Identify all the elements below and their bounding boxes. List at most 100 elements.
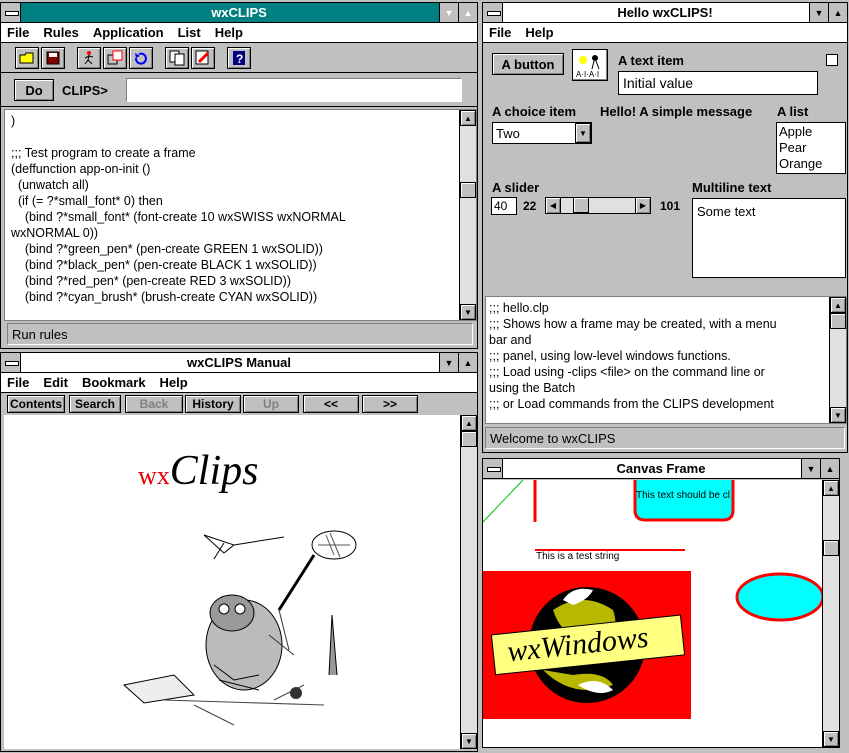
scroll-up-icon[interactable]: ▲ — [823, 480, 839, 496]
scroll-down-icon[interactable]: ▼ — [823, 731, 839, 747]
step-icon[interactable] — [103, 47, 127, 69]
menu-bookmark[interactable]: Bookmark — [82, 375, 146, 390]
canvas-window-title: Canvas Frame — [616, 461, 706, 476]
code-line: ) — [11, 114, 16, 128]
checkbox[interactable] — [826, 54, 838, 66]
help-icon[interactable]: ? — [227, 47, 251, 69]
log-line: ;;; Load using -clips <file> on the comm… — [489, 365, 765, 379]
code-line: (bind ?*small_font* (font-create 10 wxSW… — [11, 210, 346, 224]
system-menu-button[interactable] — [483, 3, 503, 22]
hello-log[interactable]: ;;; hello.clp ;;; Shows how a frame may … — [485, 296, 847, 424]
svg-text:?: ? — [236, 52, 243, 66]
menu-application[interactable]: Application — [93, 25, 164, 40]
minimize-button[interactable]: ▼ — [439, 3, 458, 22]
system-menu-button[interactable] — [483, 459, 503, 478]
minimize-button[interactable]: ▼ — [809, 3, 828, 22]
scroll-thumb[interactable] — [823, 540, 839, 556]
manual-window-title: wxCLIPS Manual — [186, 355, 292, 370]
menu-edit[interactable]: Edit — [43, 375, 68, 390]
main-menubar: File Rules Application List Help — [1, 23, 477, 43]
list-item[interactable]: Orange — [779, 156, 843, 172]
hello-titlebar: Hello wxCLIPS! ▼ ▲ — [483, 3, 847, 23]
copy-icon[interactable] — [165, 47, 189, 69]
slider-track[interactable]: ◀ ▶ — [545, 197, 651, 214]
menu-file[interactable]: File — [7, 375, 29, 390]
slider-right-icon[interactable]: ▶ — [635, 197, 651, 214]
canvas-drawing — [483, 480, 823, 719]
atai-bitmap-icon[interactable]: A·I·A·I — [572, 49, 608, 81]
code-line: (bind ?*black_pen* (pen-create BLACK 1 w… — [11, 258, 317, 272]
list-item[interactable]: Pear — [779, 140, 843, 156]
undo-icon[interactable] — [129, 47, 153, 69]
search-button[interactable]: Search — [69, 395, 121, 413]
scroll-down-icon[interactable]: ▼ — [460, 304, 476, 320]
minimize-button[interactable]: ▼ — [439, 353, 458, 372]
scroll-up-icon[interactable]: ▲ — [460, 110, 476, 126]
chevron-down-icon[interactable]: ▼ — [575, 123, 591, 143]
wxclips-logo: wxClips — [138, 447, 258, 495]
menu-file[interactable]: File — [7, 25, 29, 40]
scroll-thumb[interactable] — [460, 182, 476, 198]
scroll-up-icon[interactable]: ▲ — [461, 415, 477, 431]
menu-file[interactable]: File — [489, 25, 511, 40]
system-menu-button[interactable] — [1, 353, 21, 372]
maximize-button[interactable]: ▲ — [458, 353, 477, 372]
text-item-input[interactable]: Initial value — [618, 71, 818, 95]
slider-left-icon[interactable]: ◀ — [545, 197, 561, 214]
history-button[interactable]: History — [185, 395, 241, 413]
maximize-button[interactable]: ▲ — [820, 459, 839, 478]
code-line: (deffunction app-on-init () — [11, 162, 151, 176]
choice-label: A choice item — [492, 104, 577, 119]
code-editor[interactable]: ) ;;; Test program to create a frame (de… — [4, 109, 477, 321]
manual-menubar: File Edit Bookmark Help — [1, 373, 477, 393]
save-icon[interactable] — [41, 47, 65, 69]
hello-menubar: File Help — [483, 23, 847, 43]
back-button[interactable]: Back — [125, 395, 183, 413]
slider-thumb[interactable] — [573, 197, 589, 213]
scroll-down-icon[interactable]: ▼ — [830, 407, 846, 423]
choice-select[interactable]: Two ▼ — [492, 122, 592, 144]
code-line: (unwatch all) — [11, 178, 89, 192]
menu-help[interactable]: Help — [215, 25, 243, 40]
next-button[interactable]: >> — [362, 395, 418, 413]
contents-button[interactable]: Contents — [7, 395, 65, 413]
code-scrollbar[interactable]: ▲ ▼ — [459, 110, 476, 320]
clipped-text: This text should be cl — [636, 490, 730, 501]
run-icon[interactable] — [77, 47, 101, 69]
scroll-thumb[interactable] — [461, 431, 477, 447]
log-scrollbar[interactable]: ▲ ▼ — [829, 297, 846, 423]
scroll-down-icon[interactable]: ▼ — [461, 733, 477, 749]
canvas-area[interactable]: This text should be cl This is a test st… — [483, 480, 823, 747]
do-button[interactable]: Do — [14, 79, 54, 101]
system-menu-button[interactable] — [1, 3, 21, 22]
list-item[interactable]: Apple — [779, 124, 843, 140]
scroll-up-icon[interactable]: ▲ — [830, 297, 846, 313]
menu-list[interactable]: List — [178, 25, 201, 40]
menu-help[interactable]: Help — [160, 375, 188, 390]
up-button[interactable]: Up — [243, 395, 299, 413]
scroll-thumb[interactable] — [830, 313, 846, 329]
choice-value: Two — [496, 126, 520, 141]
list-box[interactable]: Apple Pear Orange — [776, 122, 846, 174]
maximize-button[interactable]: ▲ — [828, 3, 847, 22]
text-item-label: A text item — [618, 53, 684, 68]
menu-rules[interactable]: Rules — [43, 25, 78, 40]
open-folder-icon[interactable] — [15, 47, 39, 69]
main-titlebar: wxCLIPS ▼ ▲ — [1, 3, 477, 23]
slider-label: A slider — [492, 180, 540, 195]
multiline-input[interactable]: Some text — [692, 198, 846, 278]
canvas-scrollbar[interactable]: ▲ ▼ — [822, 480, 839, 747]
log-line: using the Batch — [489, 381, 576, 395]
log-line: bar and — [489, 333, 532, 347]
a-button[interactable]: A button — [492, 53, 564, 75]
manual-scrollbar[interactable]: ▲ ▼ — [460, 415, 477, 749]
minimize-button[interactable]: ▼ — [801, 459, 820, 478]
command-input[interactable] — [126, 78, 462, 102]
prev-button[interactable]: << — [303, 395, 359, 413]
text-item-value: Initial value — [623, 75, 694, 91]
clear-icon[interactable] — [191, 47, 215, 69]
code-line: (bind ?*cyan_brush* (brush-create CYAN w… — [11, 290, 318, 304]
main-toolbar: ? — [1, 43, 477, 73]
maximize-button[interactable]: ▲ — [458, 3, 477, 22]
menu-help[interactable]: Help — [525, 25, 553, 40]
